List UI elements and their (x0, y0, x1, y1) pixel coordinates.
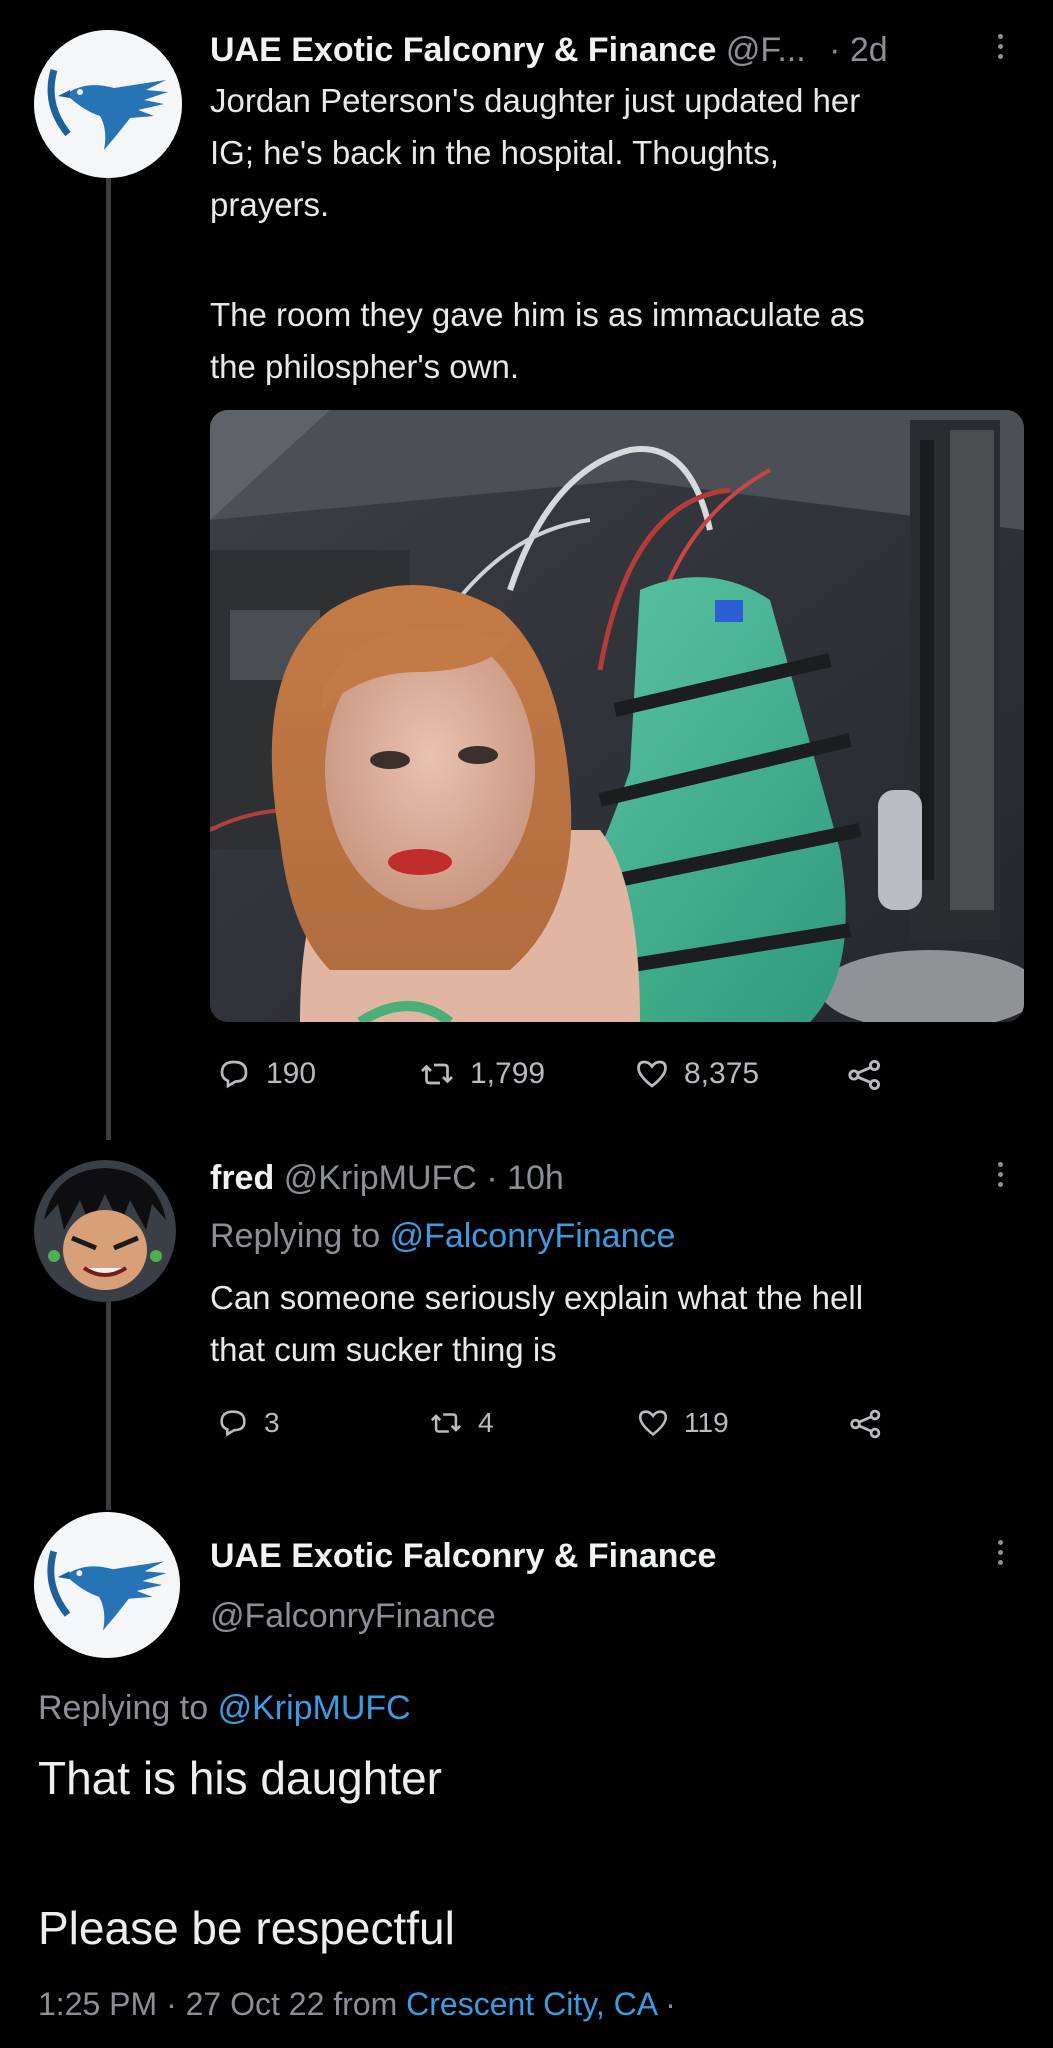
reply-button[interactable]: 3 (216, 1406, 280, 1440)
display-name-line: UAE Exotic Falconry & Finance (210, 1536, 716, 1576)
retweet-button[interactable]: 1,799 (418, 1056, 545, 1092)
tweet-text-line: The room they gave him is as immaculate … (210, 296, 865, 333)
share-icon (846, 1056, 884, 1094)
display-name[interactable]: UAE Exotic Falconry & Finance (210, 31, 716, 69)
share-button[interactable] (848, 1406, 884, 1442)
tweet-header: fred @KripMUFC · 10h (210, 1158, 564, 1198)
location-link[interactable]: Crescent City, CA (406, 1986, 656, 2022)
avatar[interactable] (34, 30, 182, 178)
replying-prefix: Replying to (210, 1217, 381, 1255)
retweet-icon (428, 1406, 464, 1440)
anime-character-avatar-icon (34, 1160, 176, 1302)
like-button[interactable]: 119 (636, 1406, 729, 1440)
tweet-text-line: IG; he's back in the hospital. Thoughts, (210, 134, 779, 171)
replying-to: Replying to @FalconryFinance (210, 1216, 675, 1256)
retweet-count: 1,799 (470, 1057, 546, 1090)
tweet-meta: 1:25 PM · 27 Oct 22 from Crescent City, … (38, 1984, 676, 2024)
tweet-header: UAE Exotic Falconry & Finance @F... · 2d (210, 30, 888, 70)
mention-link[interactable]: @KripMUFC (218, 1689, 411, 1727)
separator-dot: · (665, 1986, 676, 2022)
more-options-button[interactable] (996, 1162, 1004, 1187)
tweet-timestamp[interactable]: 1:25 PM · 27 Oct 22 from (38, 1986, 397, 2022)
heart-icon (634, 1056, 670, 1092)
replying-prefix: Replying to (38, 1689, 209, 1727)
more-options-button[interactable] (996, 1540, 1004, 1565)
falcon-logo-icon (34, 1512, 180, 1658)
reply-icon (216, 1056, 252, 1092)
heart-icon (636, 1406, 670, 1440)
tweet-text-line: prayers. (210, 186, 330, 223)
display-name[interactable]: UAE Exotic Falconry & Finance (210, 1537, 716, 1575)
share-button[interactable] (846, 1056, 884, 1094)
like-button[interactable]: 8,375 (634, 1056, 759, 1092)
reply-count: 3 (264, 1407, 280, 1438)
share-icon (848, 1406, 884, 1442)
avatar[interactable] (34, 1160, 176, 1302)
handle[interactable]: @FalconryFinance (210, 1597, 496, 1635)
tweet-text-line: that cum sucker thing is (210, 1331, 557, 1368)
handle-line: @FalconryFinance (210, 1596, 496, 1636)
reply-icon (216, 1406, 250, 1440)
like-count: 119 (684, 1407, 729, 1438)
photo-selfie-hospital-bed (210, 410, 1024, 1022)
tweet-text-line: Can someone seriously explain what the h… (210, 1279, 864, 1316)
display-name[interactable]: fred (210, 1159, 274, 1197)
thread-line-top (106, 178, 111, 1140)
timestamp[interactable]: · 2d (829, 31, 888, 69)
handle[interactable]: @F... (726, 31, 806, 69)
tweet-text-line: Please be respectful (38, 1902, 455, 1954)
like-count: 8,375 (684, 1057, 760, 1090)
tweet-text-line: Jordan Peterson's daughter just updated … (210, 82, 861, 119)
tweet-text-line: the philospher's own. (210, 348, 519, 385)
tweet-photo[interactable] (210, 410, 1024, 1022)
reply-button[interactable]: 190 (216, 1056, 316, 1092)
tweet-text-line: That is his daughter (38, 1752, 443, 1804)
avatar[interactable] (34, 1512, 180, 1658)
retweet-icon (418, 1056, 456, 1092)
timestamp[interactable]: · 10h (486, 1159, 564, 1197)
handle[interactable]: @KripMUFC (284, 1159, 477, 1197)
retweet-count: 4 (478, 1407, 494, 1438)
falcon-logo-icon (34, 30, 182, 178)
replying-to: Replying to @KripMUFC (38, 1688, 411, 1728)
reply-count: 190 (266, 1057, 317, 1090)
thread-line-mid (106, 1278, 111, 1510)
mention-link[interactable]: @FalconryFinance (390, 1217, 676, 1255)
more-options-button[interactable] (996, 34, 1004, 59)
retweet-button[interactable]: 4 (428, 1406, 494, 1440)
